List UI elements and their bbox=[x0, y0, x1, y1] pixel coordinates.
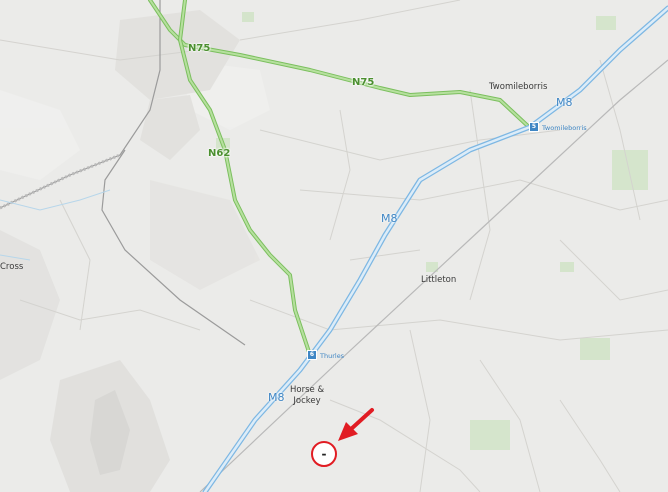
road-label-n75-east: N75 bbox=[352, 77, 375, 88]
road-label-m8-north: M8 bbox=[556, 96, 573, 109]
place-label-horse-and-jockey: Horse & Jockey bbox=[290, 385, 325, 406]
terrain-shading bbox=[0, 60, 270, 492]
location-marker[interactable]: - bbox=[311, 441, 337, 467]
junction-5-badge: 5 bbox=[529, 122, 539, 132]
road-label-m8-south: M8 bbox=[268, 391, 285, 404]
junction-6-badge: 6 bbox=[307, 350, 317, 360]
road-label-m8-middle: M8 bbox=[381, 212, 398, 225]
road-label-n62: N62 bbox=[208, 148, 231, 159]
map-canvas[interactable]: N75 N75 N62 M8 M8 M8 Twomileborris Littl… bbox=[0, 0, 668, 492]
junction-label-thurles: Thurles bbox=[320, 352, 345, 360]
red-arrow-icon bbox=[338, 408, 374, 441]
place-label-littleton: Littleton bbox=[421, 275, 457, 285]
m8-motorway bbox=[202, 5, 668, 492]
place-label-twomileborris: Twomileborris bbox=[489, 82, 548, 92]
junction-label-twomileborris: Twomileborris bbox=[542, 124, 587, 132]
road-label-n75-west: N75 bbox=[188, 43, 211, 54]
location-marker-text: - bbox=[321, 447, 327, 461]
map-base-layer bbox=[0, 0, 668, 492]
place-label-cross: Cross bbox=[0, 262, 24, 272]
